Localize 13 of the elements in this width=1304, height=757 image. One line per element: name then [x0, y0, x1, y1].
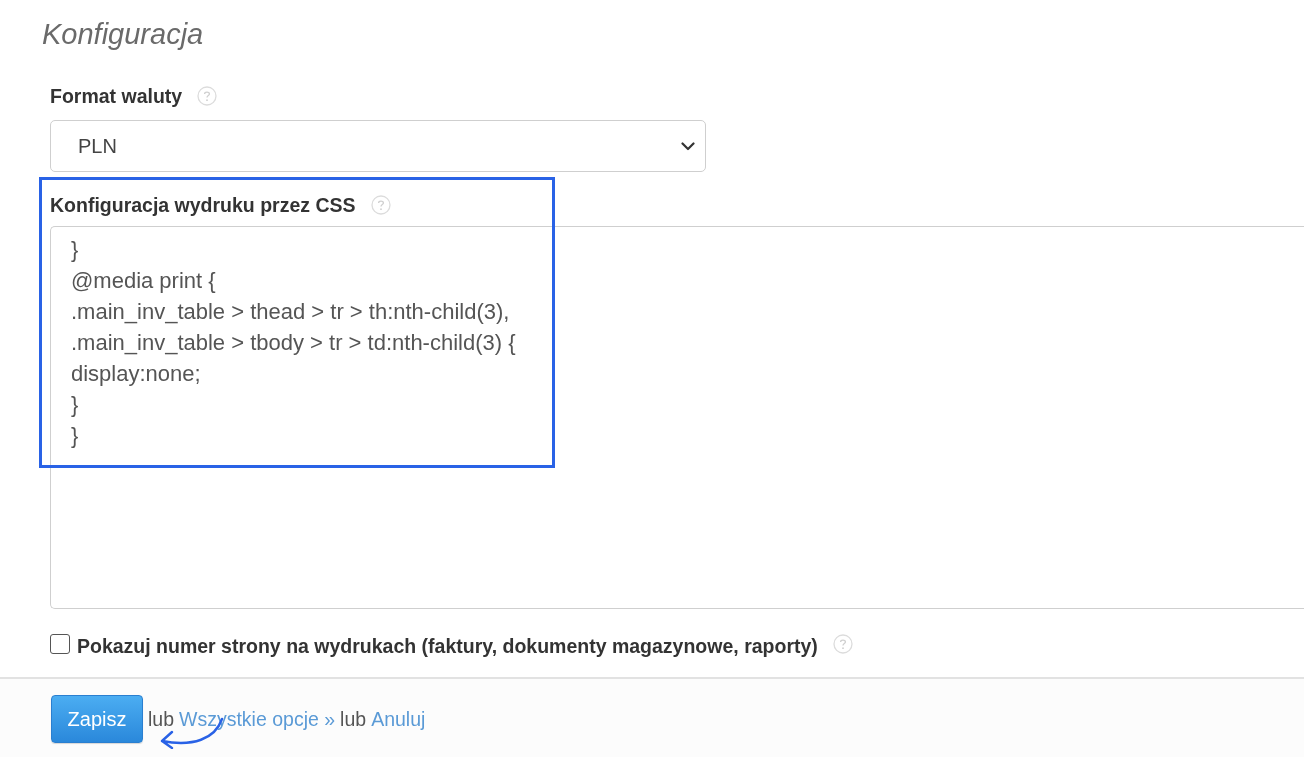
chevron-down-icon — [681, 141, 695, 151]
currency-select[interactable]: PLN — [50, 120, 706, 172]
field-label: Konfiguracja wydruku przez CSS — [50, 194, 356, 216]
footer-text: lub — [340, 707, 367, 732]
page-title: Konfiguracja — [42, 17, 204, 52]
field-label: Format waluty — [50, 85, 183, 107]
help-icon[interactable] — [370, 195, 391, 215]
help-icon[interactable] — [832, 634, 853, 654]
checkbox[interactable] — [50, 634, 70, 654]
css-textarea[interactable]: } @media print { .main_inv_table > thead > tr > th:nth-child(3), .main_inv_table > tbody > tr > td:nth-child(3) { display:none; } } — [50, 226, 1304, 609]
checkbox-label[interactable]: Pokazuj numer strony na wydrukach (faktury, dokumenty magazynowe, raporty) — [77, 635, 818, 657]
footer-text: lub — [148, 707, 175, 732]
help-icon[interactable] — [197, 86, 218, 106]
